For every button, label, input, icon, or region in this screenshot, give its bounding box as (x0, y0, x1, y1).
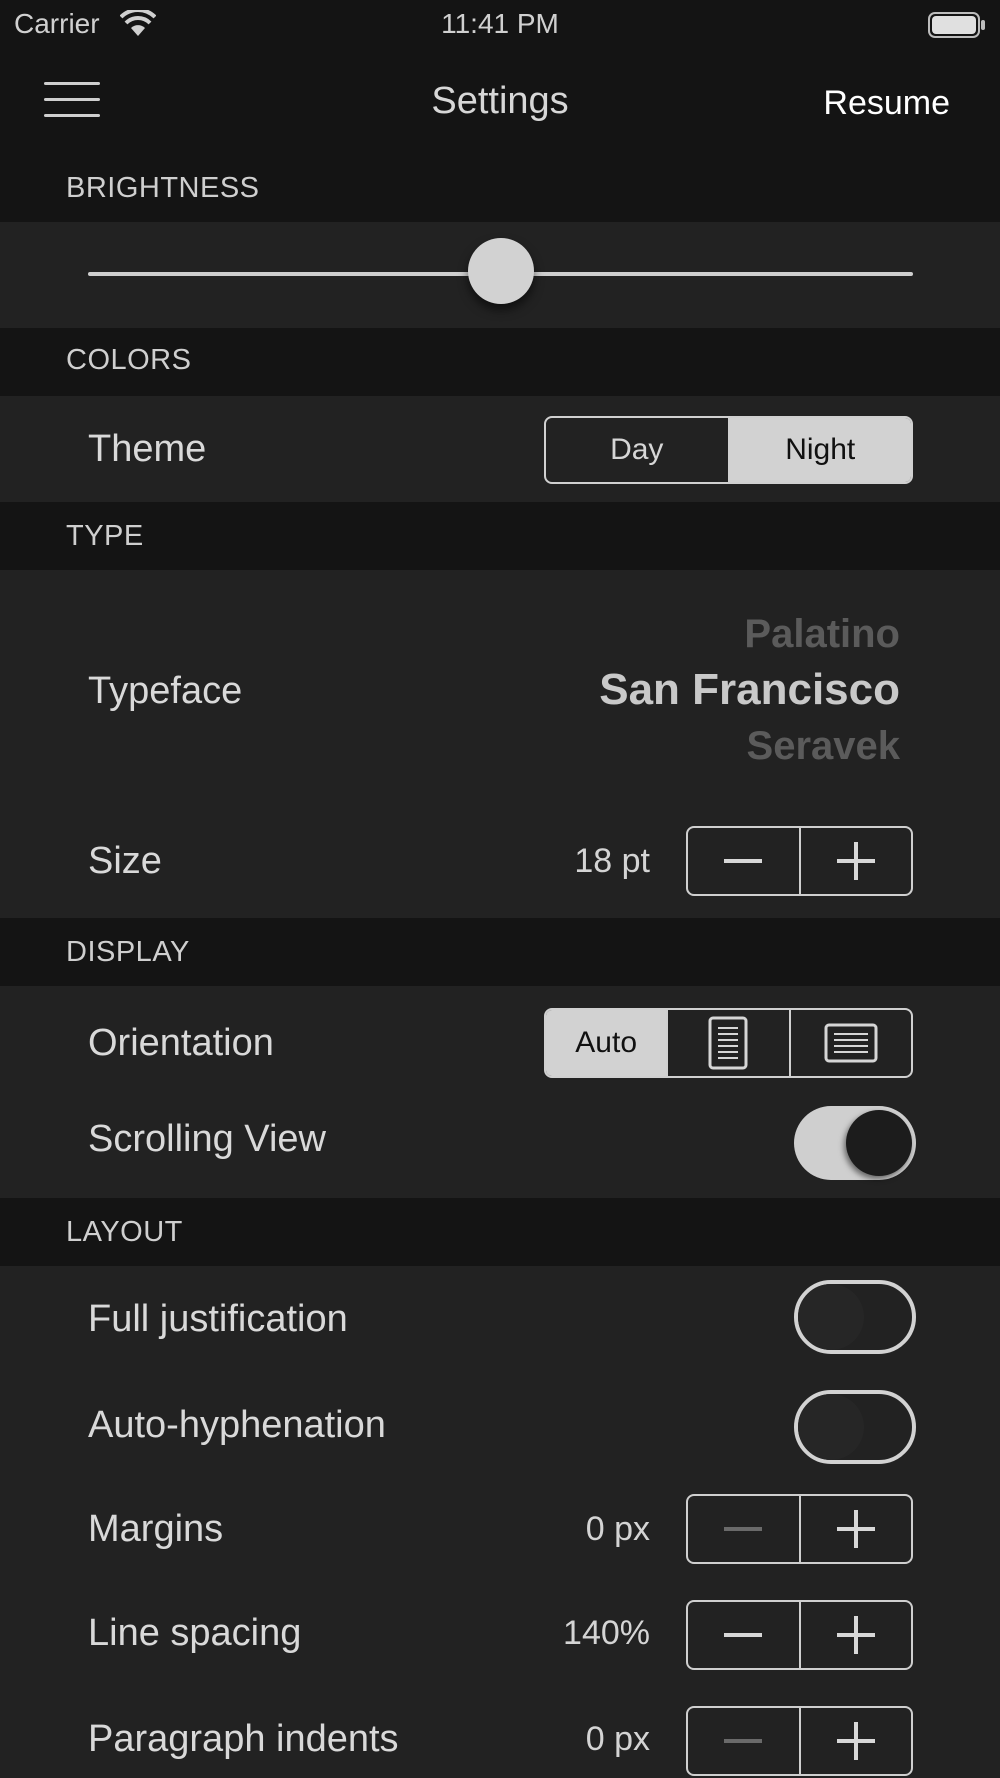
typeface-option-above[interactable]: Palatino (744, 612, 900, 657)
line-spacing-increase-button[interactable] (798, 1602, 912, 1668)
auto-hyphenation-label: Auto-hyphenation (88, 1404, 386, 1446)
indents-decrease-button[interactable] (688, 1708, 799, 1774)
paragraph-indents-value: 0 px (585, 1720, 650, 1758)
navigation-bar: Settings Resume (0, 50, 1000, 160)
line-spacing-label: Line spacing (88, 1612, 302, 1654)
minus-icon (724, 1633, 762, 1637)
indents-increase-button[interactable] (798, 1708, 912, 1774)
size-label: Size (88, 840, 162, 882)
orientation-segmented-control[interactable]: Auto (544, 1008, 913, 1078)
section-title: LAYOUT (66, 1216, 183, 1248)
paragraph-indents-stepper[interactable] (686, 1706, 913, 1776)
battery-icon (928, 12, 985, 38)
typeface-label: Typeface (88, 670, 243, 712)
section-header-layout: LAYOUT (0, 1198, 1000, 1266)
section-header-colors: COLORS (0, 328, 1000, 396)
landscape-icon (824, 1023, 878, 1063)
section-title: TYPE (66, 520, 144, 552)
minus-icon (724, 859, 762, 863)
portrait-icon (708, 1016, 748, 1070)
margins-label: Margins (88, 1508, 224, 1550)
line-spacing-value: 140% (563, 1614, 650, 1652)
resume-button[interactable]: Resume (823, 84, 950, 123)
orientation-auto-option[interactable]: Auto (546, 1010, 667, 1076)
orientation-portrait-option[interactable] (666, 1010, 788, 1076)
brightness-slider-thumb[interactable] (467, 238, 534, 304)
line-spacing-decrease-button[interactable] (688, 1602, 799, 1668)
theme-day-option[interactable]: Day (546, 418, 728, 482)
orientation-landscape-option[interactable] (788, 1010, 911, 1076)
toggle-knob (798, 1394, 864, 1460)
full-justification-label: Full justification (88, 1298, 348, 1340)
section-title: BRIGHTNESS (66, 172, 260, 204)
size-decrease-button[interactable] (688, 828, 799, 894)
auto-hyphenation-toggle[interactable] (794, 1390, 916, 1464)
size-value: 18 pt (574, 842, 650, 880)
line-spacing-stepper[interactable] (686, 1600, 913, 1670)
size-stepper[interactable] (686, 826, 913, 896)
section-header-brightness: BRIGHTNESS (0, 160, 1000, 222)
clock: 11:41 PM (441, 8, 559, 39)
section-header-display: DISPLAY (0, 918, 1000, 986)
margins-increase-button[interactable] (798, 1496, 912, 1562)
typeface-option-selected[interactable]: San Francisco (599, 665, 900, 715)
minus-icon (724, 1739, 762, 1743)
theme-label: Theme (88, 428, 207, 470)
section-title: COLORS (66, 344, 192, 376)
orientation-label: Orientation (88, 1022, 274, 1064)
scrolling-view-toggle[interactable] (794, 1106, 916, 1180)
theme-segmented-control[interactable]: Day Night (544, 416, 913, 484)
margins-stepper[interactable] (686, 1494, 913, 1564)
theme-night-option[interactable]: Night (727, 418, 911, 482)
status-bar: Carrier 11:41 PM (0, 0, 1000, 50)
scrolling-view-label: Scrolling View (88, 1118, 326, 1160)
minus-icon (724, 1527, 762, 1531)
typeface-option-below[interactable]: Seravek (747, 724, 900, 769)
section-title: DISPLAY (66, 936, 190, 968)
paragraph-indents-label: Paragraph indents (88, 1718, 399, 1760)
size-increase-button[interactable] (798, 828, 912, 894)
toggle-knob (846, 1110, 912, 1176)
margins-decrease-button[interactable] (688, 1496, 799, 1562)
margins-value: 0 px (585, 1510, 650, 1548)
toggle-knob (798, 1284, 864, 1350)
section-header-type: TYPE (0, 502, 1000, 570)
full-justification-toggle[interactable] (794, 1280, 916, 1354)
